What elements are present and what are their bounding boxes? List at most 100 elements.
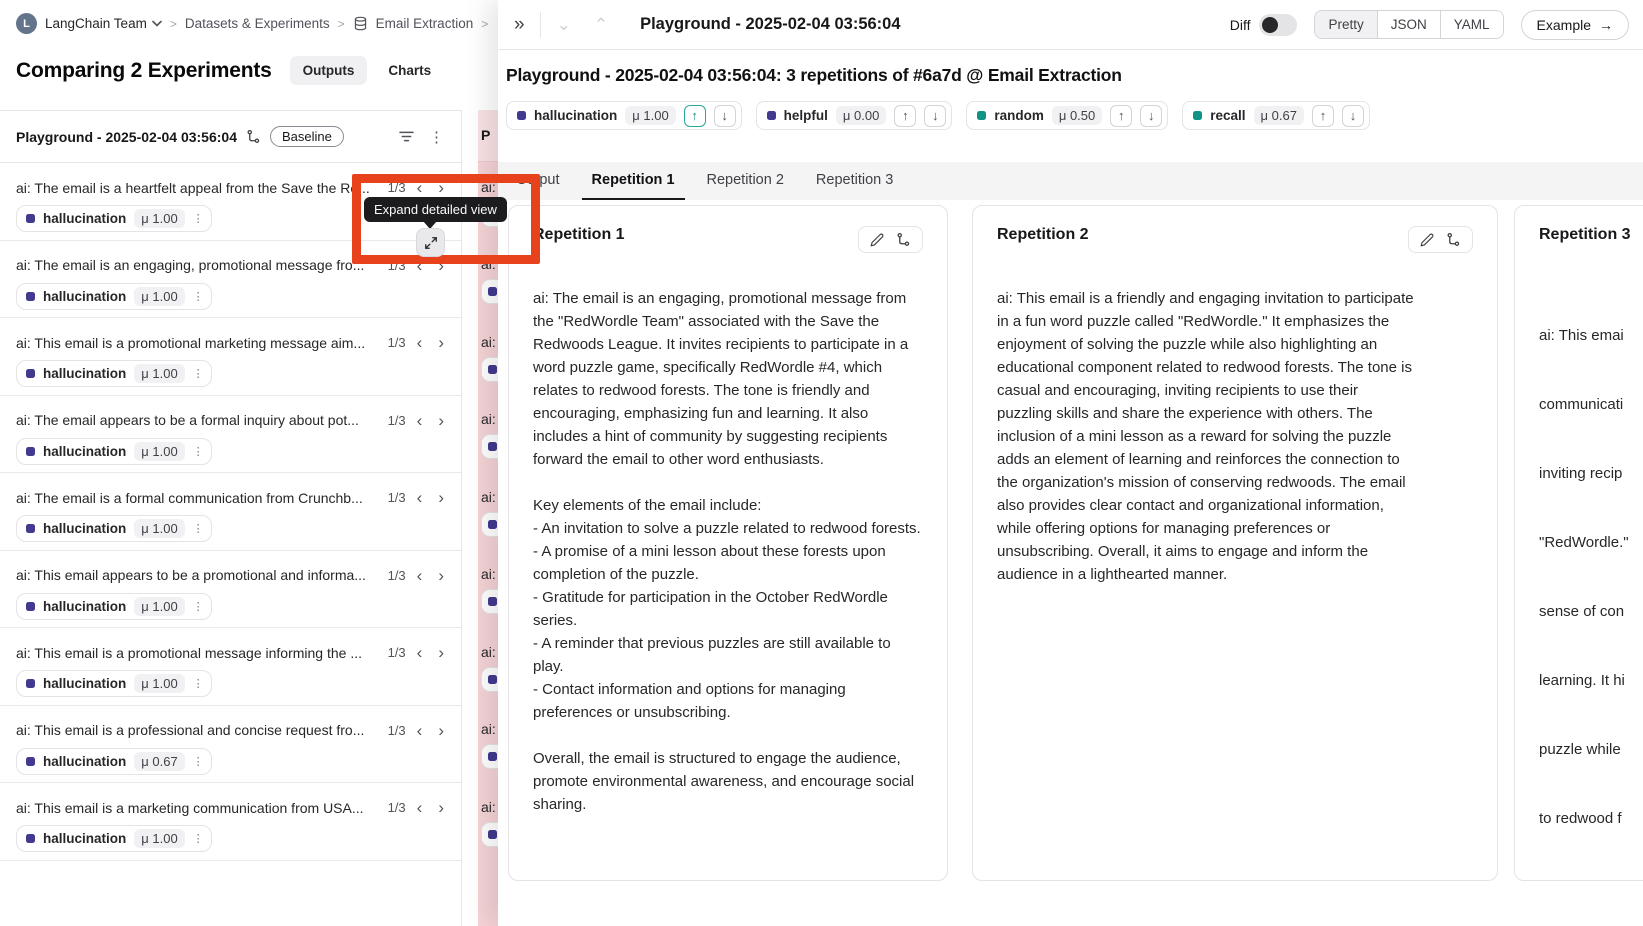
prev-repetition-icon[interactable]: ‹ bbox=[412, 489, 428, 506]
peek-row: ai: bbox=[478, 334, 500, 382]
edit-icon[interactable] bbox=[870, 233, 884, 247]
feedback-menu-icon[interactable]: ⋮ bbox=[193, 445, 204, 458]
column-menu-icon[interactable]: ⋮ bbox=[426, 125, 447, 149]
expand-icon bbox=[424, 236, 438, 250]
prev-repetition-icon[interactable]: ‹ bbox=[412, 257, 428, 274]
feedback-badge: hallucination μ 1.00 ⋮ bbox=[16, 205, 212, 232]
sort-down-icon[interactable]: ↓ bbox=[1140, 105, 1162, 127]
sort-down-icon[interactable]: ↓ bbox=[924, 105, 946, 127]
next-repetition-icon[interactable]: › bbox=[433, 722, 449, 739]
card-title: Repetition 2 bbox=[997, 226, 1089, 244]
sort-down-icon[interactable]: ↓ bbox=[1342, 105, 1364, 127]
breadcrumb-datasets[interactable]: Datasets & Experiments bbox=[185, 16, 330, 31]
format-json[interactable]: JSON bbox=[1377, 11, 1440, 38]
prev-repetition-icon[interactable]: ‹ bbox=[412, 644, 428, 661]
experiment-name: Playground - 2025-02-04 03:56:04 bbox=[16, 129, 237, 145]
feedback-mean: μ 1.00 bbox=[625, 106, 675, 125]
feedback-name: random bbox=[994, 108, 1044, 123]
breadcrumb-team[interactable]: LangChain Team bbox=[45, 16, 162, 31]
experiment-row[interactable]: ai: The email is an engaging, promotiona… bbox=[0, 241, 461, 319]
experiment-row[interactable]: ai: This email is a promotional message … bbox=[0, 628, 461, 706]
feedback-menu-icon[interactable]: ⋮ bbox=[193, 600, 204, 613]
repetition-3-card: Repetition 3 ai: This emai communicati i… bbox=[1514, 205, 1643, 881]
tree-icon[interactable] bbox=[1446, 232, 1461, 247]
experiment-row[interactable]: ai: The email appears to be a formal inq… bbox=[0, 396, 461, 474]
feedback-menu-icon[interactable]: ⋮ bbox=[193, 290, 204, 303]
format-yaml[interactable]: YAML bbox=[1440, 11, 1503, 38]
feedback-menu-icon[interactable]: ⋮ bbox=[193, 212, 204, 225]
sort-up-icon[interactable]: ↑ bbox=[684, 105, 706, 127]
expand-detailed-view-button[interactable] bbox=[416, 228, 445, 257]
next-repetition-icon[interactable]: › bbox=[433, 644, 449, 661]
feedback-menu-icon[interactable]: ⋮ bbox=[193, 832, 204, 845]
experiment-row[interactable]: ai: This email is a marketing communicat… bbox=[0, 783, 461, 861]
tab-outputs[interactable]: Outputs bbox=[290, 56, 368, 85]
toggle-knob bbox=[1262, 17, 1278, 33]
next-repetition-icon[interactable]: › bbox=[433, 179, 449, 196]
feedback-menu-icon[interactable]: ⋮ bbox=[193, 677, 204, 690]
sort-up-icon[interactable]: ↑ bbox=[894, 105, 916, 127]
prev-row-icon[interactable]: ⌄ bbox=[550, 13, 578, 37]
example-button[interactable]: Example → bbox=[1521, 10, 1629, 40]
edit-icon[interactable] bbox=[1420, 233, 1434, 247]
feedback-dot bbox=[26, 602, 35, 611]
tab-output[interactable]: Output bbox=[506, 162, 570, 200]
row-output-text: ai: This email is a promotional marketin… bbox=[16, 335, 380, 351]
feedback-menu-icon[interactable]: ⋮ bbox=[193, 367, 204, 380]
next-repetition-icon[interactable]: › bbox=[433, 489, 449, 506]
feedback-badge: hallucination μ 1.00 ⋮ bbox=[16, 360, 212, 387]
prev-repetition-icon[interactable]: ‹ bbox=[412, 412, 428, 429]
peek-row: ai: bbox=[478, 256, 500, 304]
feedback-dot bbox=[26, 834, 35, 843]
tab-charts[interactable]: Charts bbox=[375, 56, 444, 85]
next-repetition-icon[interactable]: › bbox=[433, 334, 449, 351]
repetition-1-card: Repetition 1 ai: The email is an engagin… bbox=[508, 205, 948, 881]
feedback-name: hallucination bbox=[43, 521, 126, 536]
next-repetition-icon[interactable]: › bbox=[433, 257, 449, 274]
feedback-dot bbox=[26, 447, 35, 456]
repetition-counter: 1/3 bbox=[388, 723, 406, 738]
repetition-counter: 1/3 bbox=[388, 490, 406, 505]
experiment-row[interactable]: ai: This email is a promotional marketin… bbox=[0, 318, 461, 396]
baseline-badge: Baseline bbox=[270, 126, 344, 147]
feedback-dot bbox=[26, 369, 35, 378]
experiment-row[interactable]: ai: This email appears to be a promotion… bbox=[0, 551, 461, 629]
feedback-badge: hallucination μ 1.00 ⋮ bbox=[16, 515, 212, 542]
prev-repetition-icon[interactable]: ‹ bbox=[412, 334, 428, 351]
format-pretty[interactable]: Pretty bbox=[1315, 11, 1376, 38]
feedback-name: hallucination bbox=[43, 831, 126, 846]
prev-repetition-icon[interactable]: ‹ bbox=[412, 567, 428, 584]
diff-toggle[interactable] bbox=[1259, 14, 1297, 36]
filter-icon[interactable] bbox=[396, 127, 417, 146]
breadcrumb-separator: > bbox=[170, 17, 177, 31]
repetition-tabs: Output Repetition 1 Repetition 2 Repetit… bbox=[498, 162, 1643, 200]
breadcrumb-dataset[interactable]: Email Extraction bbox=[376, 16, 474, 31]
tab-repetition-2[interactable]: Repetition 2 bbox=[697, 162, 794, 200]
sort-up-icon[interactable]: ↑ bbox=[1312, 105, 1334, 127]
feedback-menu-icon[interactable]: ⋮ bbox=[193, 755, 204, 768]
experiment-row[interactable]: ai: The email is a formal communication … bbox=[0, 473, 461, 551]
tab-repetition-1[interactable]: Repetition 1 bbox=[582, 162, 685, 200]
feedback-mean: μ 1.00 bbox=[134, 519, 184, 538]
experiment-row[interactable]: ai: This email is a professional and con… bbox=[0, 706, 461, 784]
feedback-mean: μ 1.00 bbox=[134, 829, 184, 848]
collapse-drawer-icon[interactable]: » bbox=[508, 12, 531, 38]
prev-repetition-icon[interactable]: ‹ bbox=[412, 799, 428, 816]
next-repetition-icon[interactable]: › bbox=[433, 412, 449, 429]
app-root: L LangChain Team > Datasets & Experiment… bbox=[0, 0, 1643, 926]
prev-repetition-icon[interactable]: ‹ bbox=[412, 722, 428, 739]
feedback-mean: μ 1.00 bbox=[134, 287, 184, 306]
next-repetition-icon[interactable]: › bbox=[433, 567, 449, 584]
tree-icon bbox=[246, 129, 261, 144]
feedback-menu-icon[interactable]: ⋮ bbox=[193, 522, 204, 535]
sort-up-icon[interactable]: ↑ bbox=[1110, 105, 1132, 127]
feedback-name: hallucination bbox=[43, 754, 126, 769]
repetition-counter: 1/3 bbox=[388, 568, 406, 583]
tab-repetition-3[interactable]: Repetition 3 bbox=[806, 162, 903, 200]
tree-icon[interactable] bbox=[896, 232, 911, 247]
prev-repetition-icon[interactable]: ‹ bbox=[412, 179, 428, 196]
next-row-icon[interactable]: ⌃ bbox=[587, 13, 615, 37]
sort-down-icon[interactable]: ↓ bbox=[714, 105, 736, 127]
next-repetition-icon[interactable]: › bbox=[433, 799, 449, 816]
example-label: Example bbox=[1537, 17, 1591, 33]
